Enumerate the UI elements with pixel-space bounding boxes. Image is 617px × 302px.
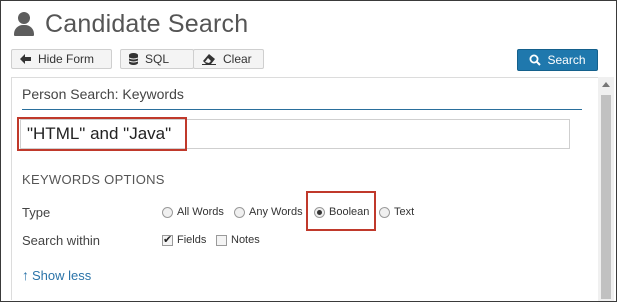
any-words-radio[interactable] — [234, 206, 245, 218]
search-label: Search — [547, 53, 586, 67]
page-title: Candidate Search — [45, 9, 249, 38]
search-button[interactable]: Search — [517, 49, 598, 71]
search-within-label: Search within — [22, 233, 101, 248]
search-panel: Person Search: Keywords "HTML" and "Java… — [11, 77, 599, 300]
fields-checkbox[interactable] — [162, 233, 173, 246]
app-window: Candidate Search Hide Form SQL Clear Sea… — [0, 0, 617, 302]
within-notes-option[interactable]: Notes — [216, 234, 260, 246]
keywords-options-title: KEYWORDS OPTIONS — [22, 172, 165, 187]
sql-button[interactable]: SQL — [120, 49, 194, 69]
notes-checkbox[interactable] — [216, 234, 227, 246]
all-words-radio[interactable] — [162, 206, 173, 218]
page-header: Candidate Search — [11, 7, 248, 41]
text-radio[interactable] — [379, 206, 390, 218]
text-label: Text — [394, 206, 415, 218]
type-any-words-option[interactable]: Any Words — [234, 206, 303, 218]
boolean-highlight-box — [306, 191, 376, 231]
hide-form-button[interactable]: Hide Form — [11, 49, 112, 69]
clear-label: Clear — [223, 52, 252, 66]
eraser-icon — [202, 53, 216, 65]
scroll-up-arrow-icon[interactable] — [602, 82, 610, 87]
arrow-left-icon — [20, 54, 31, 64]
hide-form-label: Hide Form — [38, 52, 95, 66]
fields-label: Fields — [177, 234, 207, 246]
arrow-up-icon: ↑ — [22, 267, 29, 283]
type-all-words-option[interactable]: All Words — [162, 206, 224, 218]
sql-label: SQL — [145, 52, 170, 66]
search-icon — [529, 54, 542, 66]
show-less-label: Show less — [32, 267, 92, 283]
scroll-thumb[interactable] — [601, 95, 611, 299]
database-icon — [129, 53, 138, 65]
keywords-highlight-box — [17, 117, 187, 151]
notes-label: Notes — [231, 234, 260, 246]
person-icon — [11, 11, 37, 37]
type-text-option[interactable]: Text — [379, 206, 414, 218]
clear-button[interactable]: Clear — [193, 49, 264, 69]
show-less-link[interactable]: ↑ Show less — [22, 267, 91, 283]
all-words-label: All Words — [177, 206, 224, 218]
vertical-scrollbar[interactable] — [598, 77, 614, 301]
within-fields-option[interactable]: Fields — [162, 233, 207, 246]
any-words-label: Any Words — [249, 206, 303, 218]
panel-title: Person Search: Keywords — [22, 86, 582, 110]
toolbar: Hide Form SQL Clear Search — [11, 49, 600, 71]
type-label: Type — [22, 205, 51, 220]
